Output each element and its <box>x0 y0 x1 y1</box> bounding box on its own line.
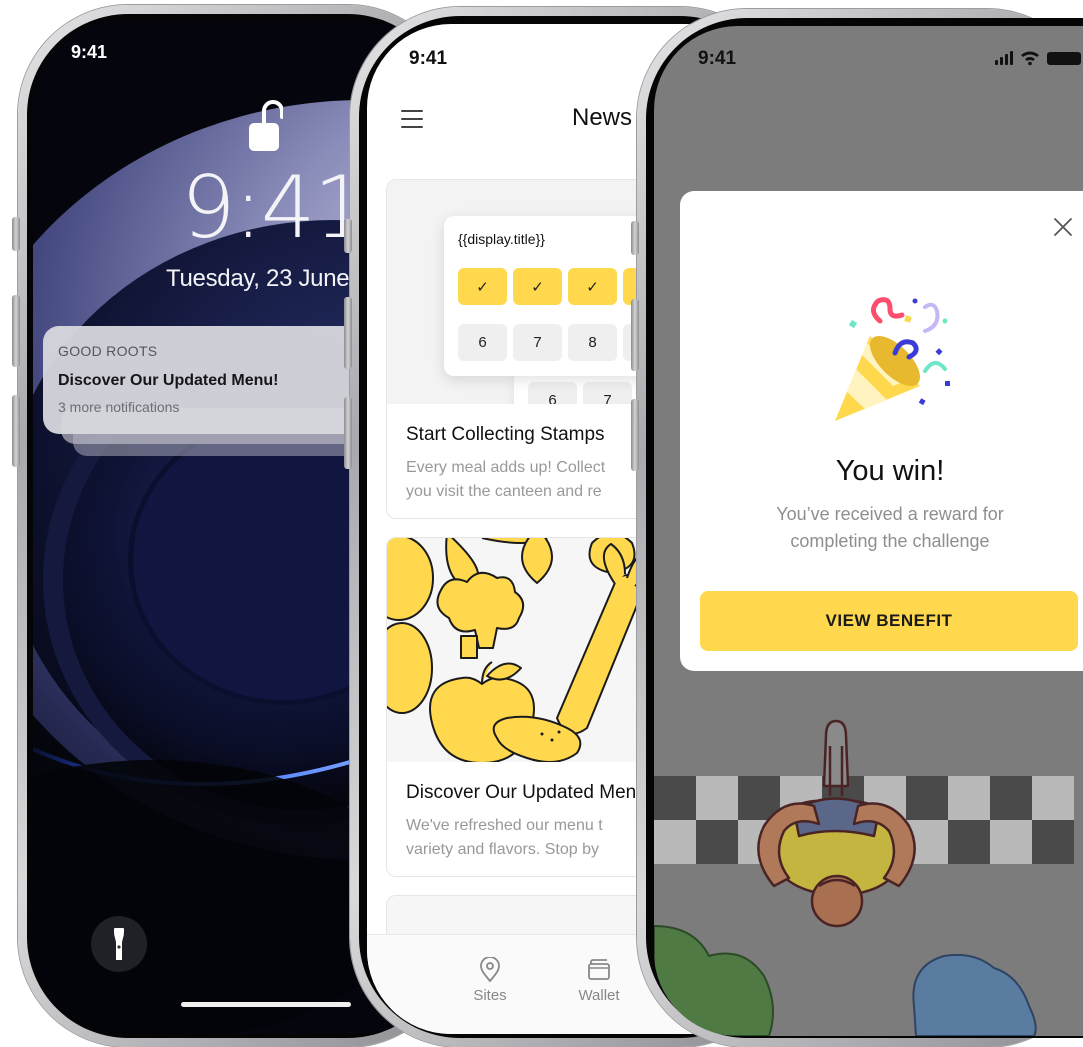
volume-down-button <box>631 399 639 471</box>
volume-down-button <box>12 395 20 467</box>
game-scene-illustration <box>654 719 1074 1036</box>
flashlight-button[interactable] <box>91 916 147 972</box>
tab-label: Sites <box>473 987 507 1004</box>
status-time: 9:41 <box>409 48 448 69</box>
party-popper-icon <box>835 297 950 421</box>
lock-clock: 9:41 <box>181 158 368 258</box>
stamp-checked: ✓ <box>568 268 617 305</box>
wallet-icon <box>588 959 610 980</box>
view-benefit-button[interactable]: VIEW BENEFIT <box>700 591 1078 651</box>
volume-up-button <box>631 299 639 371</box>
signal-icon <box>995 60 998 65</box>
stamp-checked: ✓ <box>513 268 562 305</box>
tab-sites[interactable]: Sites <box>460 957 520 1004</box>
reward-screen: 9:41 You win! You’ve received a reward f… <box>654 26 1083 1036</box>
status-time: 9:41 <box>698 48 737 69</box>
stamp-slot: 8 <box>568 324 617 361</box>
modal-title: You win! <box>835 455 945 487</box>
flashlight-icon <box>114 928 124 960</box>
stamp-slot: 7 <box>583 382 632 404</box>
close-icon[interactable] <box>1052 216 1074 238</box>
map-pin-icon <box>480 957 500 983</box>
lock-date: Tuesday, 23 June <box>166 265 350 292</box>
volume-up-button <box>344 297 352 369</box>
status-time: 9:41 <box>71 42 108 62</box>
status-icons <box>995 51 1081 66</box>
notification-title: Discover Our Updated Menu! <box>58 372 279 389</box>
stamp-slot: 7 <box>513 324 562 361</box>
reward-phone: 9:41 You win! You’ve received a reward f… <box>631 9 1083 1047</box>
volume-up-button <box>12 295 20 367</box>
notification-card[interactable]: GOOD ROOTS Discover Our Updated Menu! 3 … <box>43 326 373 434</box>
modal-subtitle: You’ve received a reward for completing … <box>776 504 1004 551</box>
volume-down-button <box>344 397 352 469</box>
tab-label: Wallet <box>578 987 620 1004</box>
stamp-card-title: {{display.title}} <box>458 231 545 247</box>
unlocked-padlock-icon <box>249 100 283 151</box>
battery-icon <box>1047 52 1081 65</box>
wifi-icon <box>1021 51 1039 57</box>
stamp-checked: ✓ <box>458 268 507 305</box>
notification-app-name: GOOD ROOTS <box>58 343 158 359</box>
page-title: News <box>572 104 633 131</box>
stamp-slot: 6 <box>528 382 577 404</box>
home-indicator[interactable] <box>181 1002 351 1007</box>
mute-switch <box>631 221 639 255</box>
mute-switch <box>12 217 20 251</box>
stamp-slot: 6 <box>458 324 507 361</box>
notification-more: 3 more notifications <box>58 399 180 415</box>
tab-wallet[interactable]: Wallet <box>569 957 629 1004</box>
mute-switch <box>344 219 352 253</box>
reward-modal: You win! You’ve received a reward for co… <box>680 191 1083 671</box>
hamburger-menu-icon[interactable] <box>401 110 423 128</box>
